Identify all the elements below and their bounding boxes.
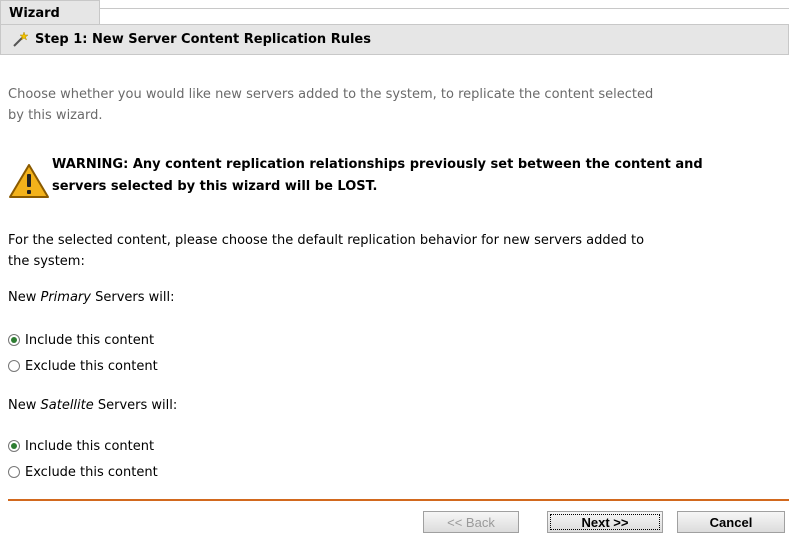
- warning-icon: [8, 163, 50, 199]
- primary-exclude-label[interactable]: Exclude this content: [25, 359, 158, 374]
- satellite-servers-label: New Satellite Servers will:: [8, 398, 177, 413]
- primary-servers-label: New Primary Servers will:: [8, 290, 175, 305]
- radio-button[interactable]: [8, 360, 20, 372]
- warning-box: WARNING: Any content replication relatio…: [8, 154, 789, 200]
- description-text: For the selected content, please choose …: [8, 230, 789, 272]
- primary-label-suffix: Servers will:: [90, 290, 175, 305]
- wizard-page: Wizard Step 1: New Server Content Replic…: [0, 0, 789, 534]
- satellite-label-suffix: Servers will:: [93, 398, 178, 413]
- intro-line-1: Choose whether you would like new server…: [8, 87, 654, 102]
- step-bar: Step 1: New Server Content Replication R…: [0, 24, 789, 55]
- radio-button-checked[interactable]: [8, 440, 20, 452]
- satellite-exclude-label[interactable]: Exclude this content: [25, 465, 158, 480]
- step-title: Step 1: New Server Content Replication R…: [35, 32, 371, 47]
- radio-button-checked[interactable]: [8, 334, 20, 346]
- cancel-button[interactable]: Cancel: [677, 511, 785, 533]
- satellite-include-option[interactable]: Include this content: [8, 436, 154, 456]
- primary-exclude-option[interactable]: Exclude this content: [8, 356, 158, 376]
- intro-text: Choose whether you would like new server…: [8, 84, 789, 126]
- warning-text: WARNING: Any content replication relatio…: [52, 154, 703, 198]
- footer-divider: [8, 499, 789, 501]
- satellite-label-emph: Satellite: [40, 398, 94, 413]
- warning-line-1: WARNING: Any content replication relatio…: [52, 157, 703, 172]
- warning-line-2: servers selected by this wizard will be …: [52, 179, 378, 194]
- radio-button[interactable]: [8, 466, 20, 478]
- next-button[interactable]: Next >>: [547, 511, 663, 533]
- primary-label-prefix: New: [8, 290, 41, 305]
- header-divider: [100, 8, 789, 24]
- wand-icon: [11, 30, 29, 49]
- wizard-title: Wizard: [0, 0, 100, 24]
- description-line-1: For the selected content, please choose …: [8, 233, 645, 248]
- satellite-include-label[interactable]: Include this content: [25, 439, 154, 454]
- description-line-2: the system:: [8, 254, 85, 269]
- satellite-exclude-option[interactable]: Exclude this content: [8, 462, 158, 482]
- primary-label-emph: Primary: [40, 290, 91, 305]
- satellite-label-prefix: New: [8, 398, 41, 413]
- primary-include-option[interactable]: Include this content: [8, 330, 154, 350]
- primary-include-label[interactable]: Include this content: [25, 333, 154, 348]
- back-button[interactable]: << Back: [423, 511, 519, 533]
- intro-line-2: by this wizard.: [8, 108, 103, 123]
